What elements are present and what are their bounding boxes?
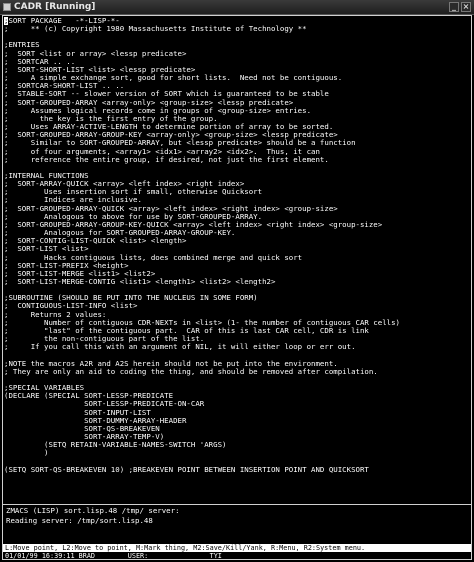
window-titlebar[interactable]: CADR [Running] _ × xyxy=(0,0,474,15)
lisp-machine-screen[interactable]: ;SORT PACKAGE -*-LISP-*-; ** (c) Copyrig… xyxy=(2,15,472,560)
minimize-icon[interactable]: _ xyxy=(449,2,459,12)
code-line[interactable]: ; reference the entire group, if desired… xyxy=(4,155,470,164)
code-line[interactable]: ; They are only an aid to coding the thi… xyxy=(4,367,470,376)
window-title: CADR [Running] xyxy=(14,2,96,12)
app-icon[interactable] xyxy=(3,3,11,11)
code-line[interactable]: (SETQ RETAIN-VARIABLE-NAMES-SWITCH 'ARGS… xyxy=(4,440,470,449)
code-line[interactable]: ; If you call this with an argument of N… xyxy=(4,343,470,351)
code-line[interactable]: ; ** (c) Copyright 1980 Massachusetts In… xyxy=(4,24,470,33)
editor-buffer[interactable]: ;SORT PACKAGE -*-LISP-*-; ** (c) Copyrig… xyxy=(4,17,470,503)
mode-line: ZMACS (LISP) sort.lisp.48 /tmp/ server: xyxy=(6,506,180,515)
close-icon[interactable]: × xyxy=(461,2,471,12)
code-line[interactable]: ; SORT-LIST-MERGE-CONTIG <list1> <length… xyxy=(4,277,470,286)
mouse-documentation-line: L:Move point, L2:Move to point, M:Mark t… xyxy=(3,544,471,552)
status-line: 01/01/99 16:39:11 BRAD USER: TYI xyxy=(5,552,222,560)
code-line[interactable] xyxy=(4,33,470,41)
code-line[interactable]: ) xyxy=(4,449,470,457)
code-line[interactable]: (SETQ SORT-QS-BREAKEVEN 10) ;BREAKEVEN P… xyxy=(4,465,470,474)
window-divider xyxy=(3,504,471,505)
echo-area: Reading server: /tmp/sort.lisp.48 xyxy=(6,516,153,525)
